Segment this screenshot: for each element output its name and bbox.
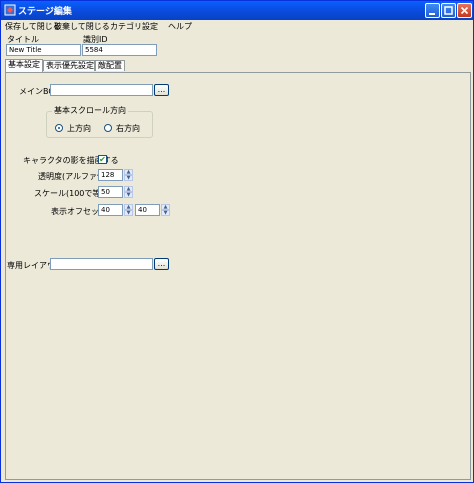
- minimize-icon: [429, 13, 435, 15]
- main-bgm-input[interactable]: [50, 84, 153, 96]
- stage-edit-window: ステージ編集 保存して閉じる 破棄して閉じる カテゴリ設定 ヘルプ タイトル N…: [0, 0, 474, 483]
- id-input[interactable]: 5584: [82, 44, 157, 56]
- offset-y-spinner[interactable]: ▲ ▼: [161, 204, 170, 216]
- layout-browse-button[interactable]: ...: [154, 258, 169, 270]
- menu-bar: 保存して閉じる 破棄して閉じる カテゴリ設定 ヘルプ: [1, 20, 473, 33]
- shadow-checkbox[interactable]: ✔: [98, 155, 107, 164]
- scale-input[interactable]: 50: [98, 186, 123, 198]
- alpha-spinner[interactable]: ▲ ▼: [124, 169, 133, 181]
- tab-display-priority[interactable]: 表示優先設定: [43, 60, 95, 71]
- app-icon: [4, 4, 16, 16]
- offset-y-input[interactable]: 40: [135, 204, 160, 216]
- main-bgm-browse-button[interactable]: ...: [154, 84, 169, 96]
- spin-down-icon[interactable]: ▼: [124, 192, 133, 198]
- layout-input[interactable]: [50, 258, 153, 270]
- minimize-button[interactable]: [425, 3, 440, 18]
- tab-basic-settings[interactable]: 基本設定: [5, 59, 43, 72]
- scroll-up-radio[interactable]: [55, 124, 63, 132]
- menu-category-settings[interactable]: カテゴリ設定: [110, 21, 158, 32]
- alpha-input[interactable]: 128: [98, 169, 123, 181]
- scale-spinner[interactable]: ▲ ▼: [124, 186, 133, 198]
- menu-discard-close[interactable]: 破棄して閉じる: [54, 21, 110, 32]
- menu-save-close[interactable]: 保存して閉じる: [5, 21, 61, 32]
- spin-down-icon[interactable]: ▼: [124, 210, 133, 216]
- tab-panel-basic: メインBGM ... 基本スクロール方向 上方向 右方向 キャラクタの影を描画す…: [5, 72, 471, 480]
- window-title: ステージ編集: [18, 7, 72, 17]
- spin-down-icon[interactable]: ▼: [161, 210, 170, 216]
- close-button[interactable]: [457, 3, 472, 18]
- maximize-icon: [444, 6, 453, 15]
- title-input[interactable]: New Title: [6, 44, 81, 56]
- scroll-right-label: 右方向: [116, 124, 140, 133]
- menu-help[interactable]: ヘルプ: [168, 21, 192, 32]
- close-icon: [460, 6, 469, 15]
- scroll-direction-group: 基本スクロール方向 上方向 右方向: [46, 105, 153, 138]
- offset-x-spinner[interactable]: ▲ ▼: [124, 204, 133, 216]
- tab-enemy-placement[interactable]: 敵配置: [95, 60, 125, 71]
- spin-down-icon[interactable]: ▼: [124, 175, 133, 181]
- maximize-button[interactable]: [441, 3, 456, 18]
- title-bar[interactable]: ステージ編集: [1, 1, 473, 20]
- offset-x-input[interactable]: 40: [98, 204, 123, 216]
- scroll-up-label: 上方向: [67, 124, 91, 133]
- scroll-direction-legend: 基本スクロール方向: [52, 105, 128, 116]
- scroll-right-radio[interactable]: [104, 124, 112, 132]
